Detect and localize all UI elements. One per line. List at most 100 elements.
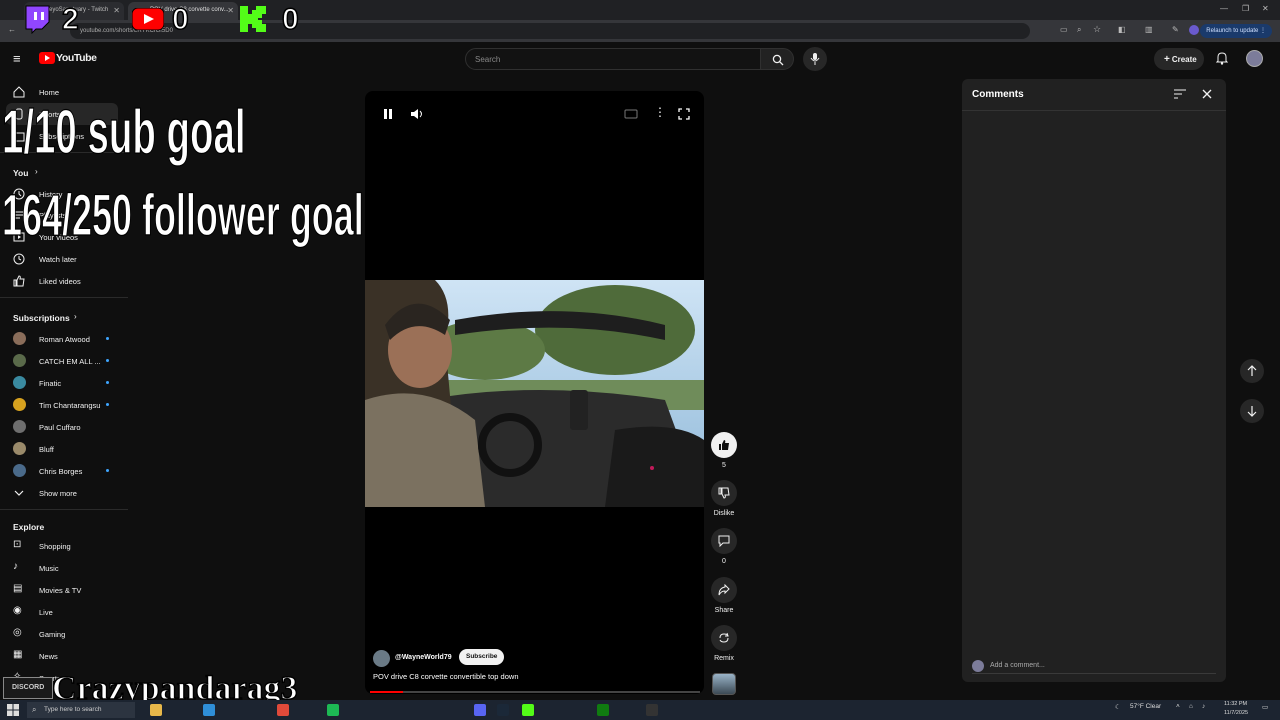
clock-time[interactable]: 11:32 PM [1224, 701, 1247, 707]
sidebar-subscription-item[interactable]: Roman Atwood [0, 328, 128, 350]
twitch-sub-count: 2 [61, 2, 79, 37]
discord-icon[interactable] [474, 704, 486, 716]
thumbs-down-icon [718, 487, 730, 499]
extension-icon[interactable]: ✎ [1172, 25, 1179, 34]
chevron-down-icon [13, 487, 25, 499]
edge-icon[interactable] [203, 704, 215, 716]
windows-start-icon[interactable] [7, 704, 19, 716]
close-icon[interactable]: ✕ [227, 6, 234, 15]
sort-icon[interactable] [1174, 89, 1186, 99]
url-field[interactable]: youtube.com/shorts/LRYKCIGf5D0 [70, 23, 1030, 39]
close-icon[interactable] [1202, 89, 1212, 99]
sidebar-explore-item[interactable]: ▦ News [0, 645, 128, 667]
relaunch-button[interactable]: Relaunch to update ⋮ [1200, 24, 1272, 38]
spotify-icon[interactable] [327, 704, 339, 716]
explore-label: News [39, 652, 58, 661]
sidebar-toggle-icon[interactable]: ▥ [1145, 25, 1153, 34]
taskbar-search-placeholder: Type here to search [44, 706, 102, 713]
volume-icon[interactable] [410, 107, 424, 121]
network-icon[interactable]: ⌂ [1189, 703, 1193, 710]
share-button[interactable]: Share [711, 577, 737, 614]
weather-moon-icon: ☾ [1115, 704, 1121, 711]
notifications-bell-icon[interactable] [1216, 52, 1228, 65]
minimize-icon[interactable]: — [1220, 4, 1228, 13]
sidebar-subscription-item[interactable]: CATCH EM ALL ... [0, 350, 128, 372]
new-content-dot [106, 359, 109, 362]
chrome-icon[interactable] [277, 704, 289, 716]
subscribe-button[interactable]: Subscribe [459, 649, 505, 665]
short-title[interactable]: POV drive C8 corvette convertible top do… [373, 672, 519, 681]
profile-avatar[interactable] [1189, 25, 1199, 35]
menu-icon[interactable]: ≡ [13, 51, 21, 66]
obs-icon[interactable] [646, 704, 658, 716]
more-options-icon[interactable]: ⋮ [654, 105, 666, 119]
sidebar-explore-item[interactable]: ▤ Movies & TV [0, 579, 128, 601]
voice-search-button[interactable] [803, 47, 827, 71]
sidebar-item-watch-later[interactable]: Watch later [0, 248, 128, 270]
bookmark-star-icon[interactable]: ☆ [1093, 24, 1101, 35]
extensions-icon[interactable]: ◧ [1118, 25, 1126, 34]
captions-icon[interactable] [624, 107, 638, 121]
zoom-icon[interactable]: ⌕ [1077, 25, 1081, 35]
avatar [13, 332, 26, 345]
comment-count: 0 [722, 558, 726, 565]
sidebar-divider [0, 509, 128, 510]
taskbar-search-input[interactable]: ⌕ Type here to search [27, 702, 135, 718]
steam-icon[interactable] [497, 704, 509, 716]
explore-label: Gaming [39, 630, 66, 639]
channel-name[interactable]: @WayneWorld79 [395, 654, 452, 661]
sidebar-subscription-item[interactable]: Paul Cuffaro [0, 416, 128, 438]
previous-short-button[interactable] [1240, 359, 1264, 383]
windows-taskbar: ⌕ Type here to search ☾ 57°F Clear ˄ ⌂ ♪… [0, 700, 1280, 720]
kick-follower-count: 0 [281, 2, 299, 37]
comment-icon [718, 535, 730, 547]
sidebar-subscriptions-header[interactable]: Subscriptions › [0, 306, 128, 328]
search-button[interactable] [760, 48, 794, 70]
back-icon[interactable]: ← [8, 25, 16, 34]
volume-icon[interactable]: ♪ [1202, 703, 1205, 710]
screen-cast-icon[interactable]: ▭ [1060, 25, 1068, 34]
close-icon[interactable]: ✕ [113, 6, 120, 15]
live-icon: ◉ [13, 605, 22, 616]
sidebar-explore-item[interactable]: ♪ Music [0, 557, 128, 579]
sidebar-explore-item[interactable]: ◉ Live [0, 601, 128, 623]
sidebar-item-liked-videos[interactable]: Liked videos [0, 270, 128, 292]
explore-label: Music [39, 564, 59, 573]
audio-thumbnail[interactable] [712, 673, 736, 695]
tray-chevron-icon[interactable]: ˄ [1176, 703, 1180, 710]
pause-icon[interactable] [381, 107, 395, 121]
file-explorer-icon[interactable] [150, 704, 162, 716]
sidebar-subscription-item[interactable]: Bluff [0, 438, 128, 460]
progress-bar[interactable] [370, 691, 700, 693]
notifications-icon[interactable]: ▭ [1262, 703, 1268, 711]
comments-button[interactable]: 0 [711, 528, 737, 565]
sidebar-explore-item[interactable]: ⊡ Shopping [0, 535, 128, 557]
show-more-button[interactable]: Show more [0, 482, 128, 504]
dislike-button[interactable]: Dislike [711, 480, 737, 517]
avatar [13, 464, 26, 477]
sidebar-subscription-item[interactable]: Chris Borges [0, 460, 128, 482]
sidebar-subscription-item[interactable]: Finatic [0, 372, 128, 394]
sidebar-subscription-item[interactable]: Tim Chantarangsu [0, 394, 128, 416]
create-button[interactable]: + Create [1154, 48, 1204, 70]
explore-label: Movies & TV [39, 586, 82, 595]
account-avatar[interactable] [1246, 50, 1263, 67]
search-input[interactable]: Search [465, 48, 761, 70]
shorts-player[interactable]: ⋮ @WayneWorld79 Subscribe POV drive C8 c… [365, 91, 704, 694]
next-short-button[interactable] [1240, 399, 1264, 423]
channel-avatar[interactable] [373, 650, 390, 667]
clock-date[interactable]: 11/7/2025 [1224, 710, 1248, 716]
add-comment-input[interactable]: Add a comment... [972, 660, 1216, 674]
kick-icon[interactable] [522, 704, 534, 716]
fullscreen-icon[interactable] [677, 107, 691, 121]
xbox-icon[interactable] [597, 704, 609, 716]
restore-icon[interactable]: ❐ [1242, 4, 1249, 13]
weather-text[interactable]: 57°F Clear [1130, 703, 1161, 710]
video-frame[interactable] [365, 280, 704, 507]
music-note-icon: ♪ [13, 561, 18, 572]
like-button[interactable]: 5 [711, 432, 737, 469]
remix-button[interactable]: Remix [711, 625, 737, 662]
sidebar-explore-item[interactable]: ◎ Gaming [0, 623, 128, 645]
close-window-icon[interactable]: ✕ [1262, 4, 1269, 13]
share-icon [718, 584, 730, 596]
